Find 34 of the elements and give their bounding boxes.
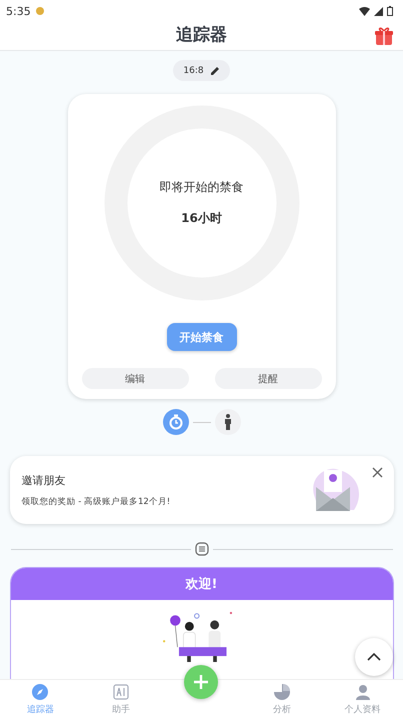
plus-icon [194,675,208,689]
signal-icon [374,6,383,16]
ai-icon [112,684,129,700]
chevron-up-icon [367,653,381,661]
status-time: 5:35 [6,4,31,18]
action-button[interactable]: 编辑 [82,368,188,389]
page-title: 追踪器 [176,24,227,46]
start-fast-button[interactable]: 开始禁食 [166,323,236,351]
compass-icon [32,684,48,700]
nav-tab[interactable]: 追踪器 [0,684,81,716]
action-button[interactable]: 提醒 [214,368,322,389]
close-icon[interactable] [372,467,382,478]
pencil-icon [210,66,220,76]
gift-icon[interactable] [375,26,393,46]
invite-title: 邀请朋友 [22,472,66,488]
person-icon [224,414,232,430]
battery-icon [387,6,393,16]
fast-status: 即将开始的禁食 [160,179,244,196]
body-step[interactable] [214,409,240,435]
nav-tab[interactable]: 助手 [80,684,162,716]
invite-card[interactable]: 邀请朋友 领取您的奖励 - 高级账户最多12个月! [10,456,394,524]
pie-chart-icon [274,684,290,700]
notification-icon [34,6,45,16]
fast-duration: 16小时 [181,210,222,227]
plan-button[interactable]: 16:8 [173,60,230,81]
person-icon [354,684,371,700]
nav-tab[interactable]: 分析 [242,684,322,716]
invite-text: 领取您的奖励 - 高级账户最多12个月! [22,496,172,508]
wifi-icon [359,6,370,16]
nav-tab[interactable]: 个人资料 [322,684,403,716]
stopwatch-icon [168,414,182,430]
list-icon[interactable] [194,542,208,556]
timer-step[interactable] [162,409,188,435]
welcome-title: 欢迎! [186,576,218,593]
